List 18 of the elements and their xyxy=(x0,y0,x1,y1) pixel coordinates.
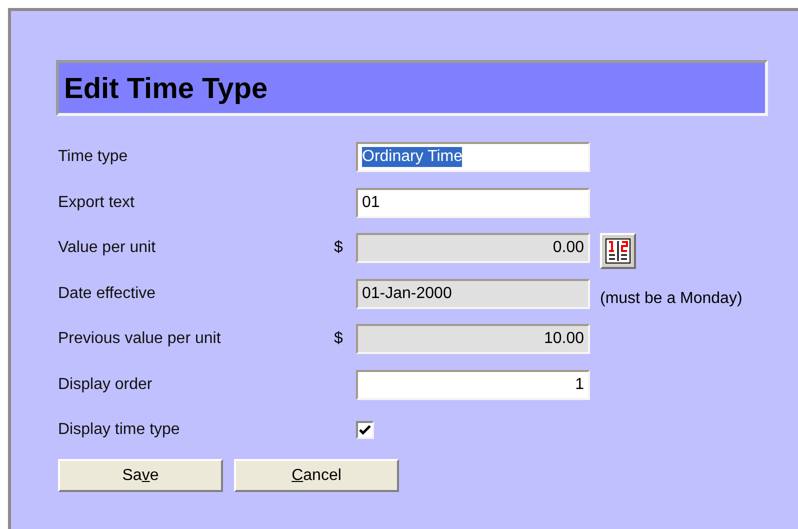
input-field[interactable]: 1 xyxy=(356,370,590,400)
form-title: Edit Time Type xyxy=(56,60,768,116)
field-label: Display order xyxy=(57,376,154,394)
field-label: Display time type xyxy=(57,421,181,439)
dialog-button[interactable]: Save xyxy=(58,459,223,492)
field-label: Export text xyxy=(57,194,136,212)
hint-text: (must be a Monday) xyxy=(600,290,742,308)
field-label: Value per unit xyxy=(57,239,157,257)
checkbox[interactable] xyxy=(356,421,374,439)
currency-symbol: $ xyxy=(334,239,343,257)
calculator-icon xyxy=(605,238,631,264)
field-label: Previous value per unit xyxy=(57,330,222,348)
currency-symbol: $ xyxy=(334,330,343,348)
field-label: Date effective xyxy=(57,284,157,302)
input-field[interactable]: Ordinary Time xyxy=(356,142,590,172)
dialog-button[interactable]: Cancel xyxy=(234,459,399,492)
field-label: Time type xyxy=(57,148,129,166)
input-field[interactable]: 01 xyxy=(356,188,590,218)
